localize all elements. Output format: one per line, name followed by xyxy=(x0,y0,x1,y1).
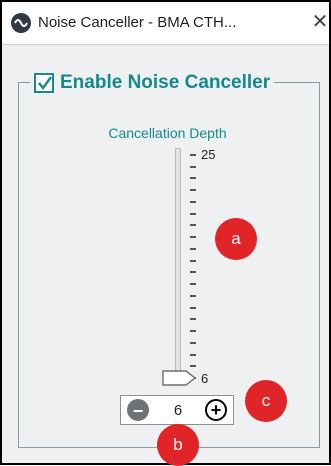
slider-tick xyxy=(190,341,196,344)
depth-slider-thumb[interactable] xyxy=(162,370,196,386)
slider-tick xyxy=(190,271,196,274)
slider-tick xyxy=(190,212,196,215)
callout-a: a xyxy=(215,218,257,260)
slider-tick xyxy=(190,177,196,180)
slider-tick xyxy=(190,236,196,239)
slider-tick xyxy=(190,200,196,203)
noise-canceller-window: Noise Canceller - BMA CTH... ✕ Enable No… xyxy=(0,0,331,466)
stepper-value[interactable]: 6 xyxy=(161,402,195,419)
slider-tick xyxy=(190,306,196,309)
slider-tick xyxy=(190,259,196,262)
title-bar[interactable]: Noise Canceller - BMA CTH... ✕ xyxy=(2,2,329,45)
callout-b: b xyxy=(157,424,199,466)
slider-tick xyxy=(190,189,196,192)
group-header: Enable Noise Canceller xyxy=(30,68,275,98)
slider-tick xyxy=(190,165,196,168)
depth-stepper: − 6 + xyxy=(120,395,234,425)
slider-tick xyxy=(190,247,196,250)
slider-min-label: 6 xyxy=(201,371,209,386)
slider-max-label: 25 xyxy=(201,147,216,162)
close-icon[interactable]: ✕ xyxy=(307,8,331,36)
plus-circle-icon[interactable]: + xyxy=(205,399,227,421)
app-icon xyxy=(11,13,31,33)
slider-tick xyxy=(190,294,196,297)
slider-tick xyxy=(190,365,196,368)
minus-circle-icon[interactable]: − xyxy=(127,399,149,421)
slider-tick xyxy=(190,224,196,227)
checkmark-icon xyxy=(38,76,52,90)
callout-c: c xyxy=(245,380,287,422)
cancellation-depth-label: Cancellation Depth xyxy=(108,125,227,141)
slider-tick xyxy=(190,330,196,333)
slider-tick xyxy=(190,154,196,156)
slider-tick xyxy=(190,353,196,356)
enable-checkbox[interactable] xyxy=(34,73,54,93)
slider-tick xyxy=(190,318,196,321)
window-title: Noise Canceller - BMA CTH... xyxy=(38,14,237,31)
depth-slider-track[interactable] xyxy=(175,148,181,382)
slider-tick xyxy=(190,283,196,286)
enable-label[interactable]: Enable Noise Canceller xyxy=(60,72,270,94)
